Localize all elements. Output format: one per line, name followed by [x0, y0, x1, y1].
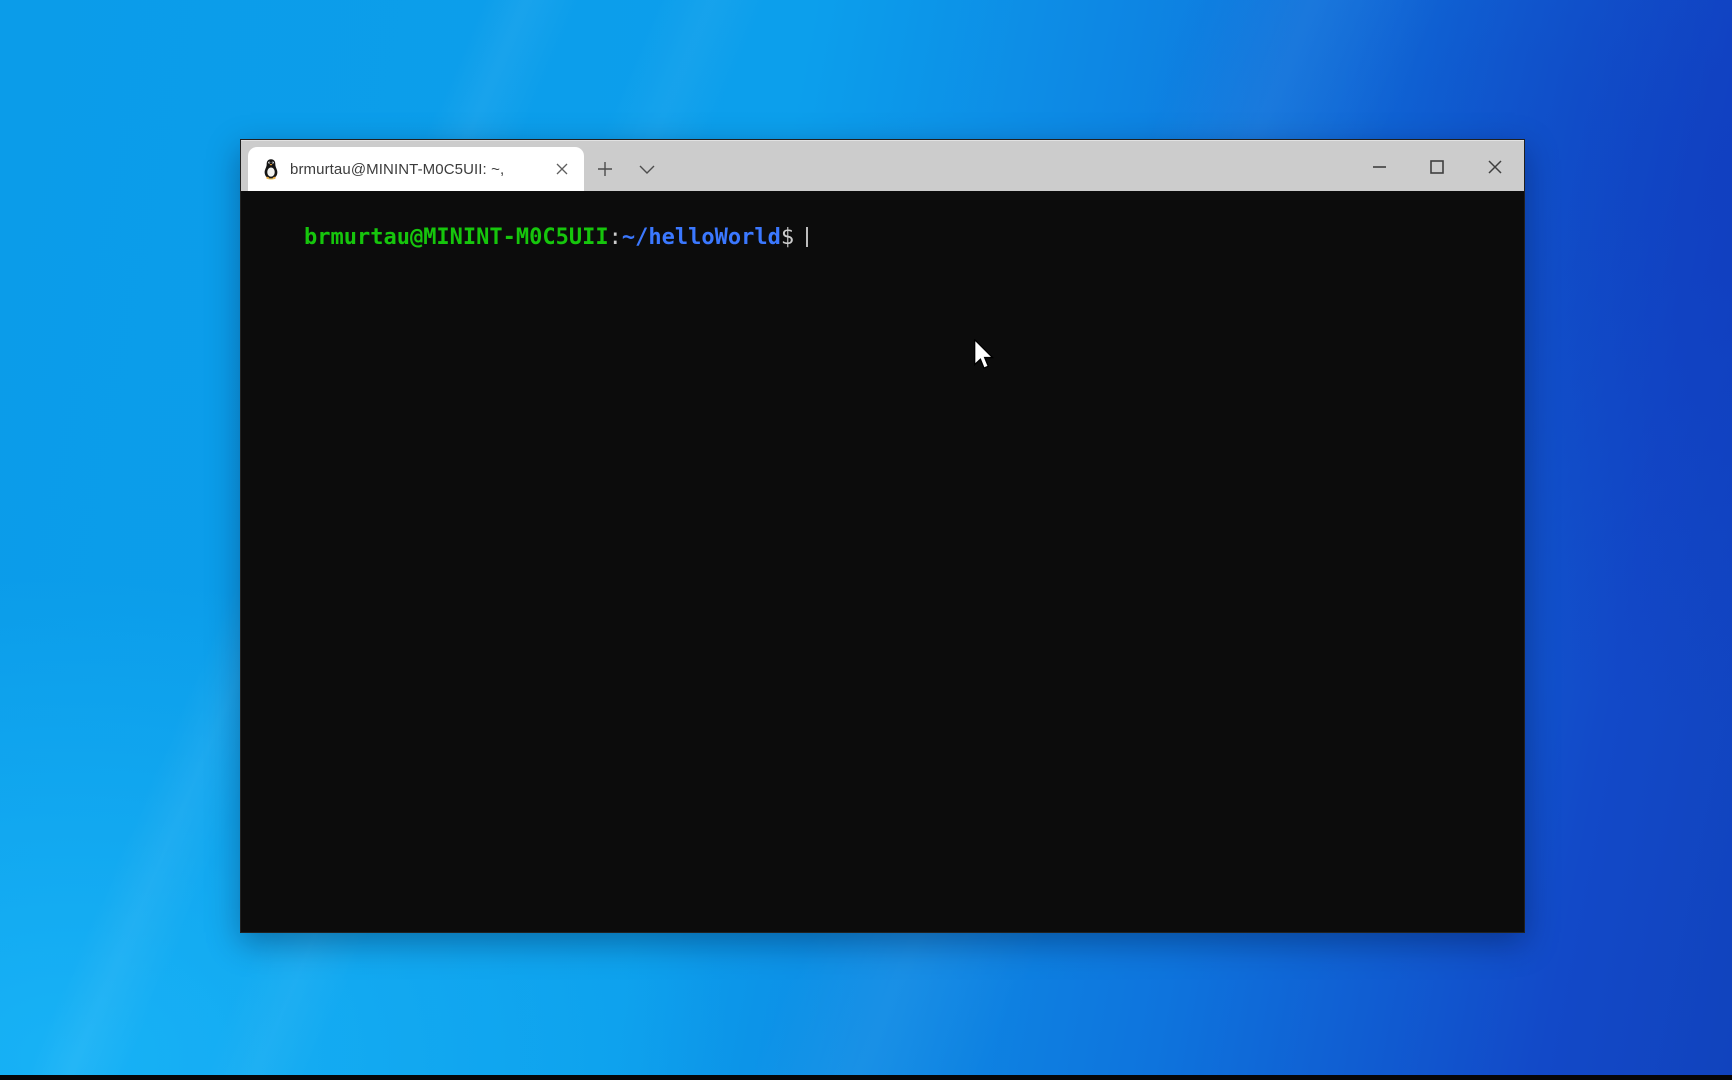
prompt-path: ~/helloWorld [622, 225, 781, 250]
maximize-icon [1430, 160, 1444, 174]
terminal-content[interactable]: brmurtau@MININT-M0C5UII:~/helloWorld$ [241, 191, 1524, 932]
terminal-cursor [806, 227, 808, 247]
terminal-window: brmurtau@MININT-M0C5UII: ~, [240, 139, 1525, 933]
prompt-separator: : [609, 225, 622, 250]
tab-bar: brmurtau@MININT-M0C5UII: ~, [241, 140, 1524, 191]
prompt-user-host: brmurtau@MININT-M0C5UII [304, 225, 609, 250]
minimize-icon [1373, 166, 1386, 168]
new-tab-button[interactable] [584, 147, 626, 191]
screen-bottom-strip [0, 1075, 1732, 1080]
tab-close-button[interactable] [548, 155, 576, 183]
tab-active[interactable]: brmurtau@MININT-M0C5UII: ~, [248, 147, 584, 191]
maximize-button[interactable] [1408, 141, 1466, 192]
desktop: { "desktop": { "wallpaper": "windows-10-… [0, 0, 1732, 1080]
prompt-line: brmurtau@MININT-M0C5UII:~/helloWorld$ [304, 225, 808, 250]
linux-tux-icon [262, 158, 280, 180]
close-icon [556, 163, 568, 175]
tab-dropdown-button[interactable] [626, 147, 668, 191]
chevron-down-icon [639, 165, 655, 174]
close-window-button[interactable] [1466, 141, 1524, 192]
close-icon [1488, 160, 1502, 174]
tab-title: brmurtau@MININT-M0C5UII: ~, [290, 161, 538, 178]
minimize-button[interactable] [1350, 141, 1408, 192]
prompt-symbol: $ [781, 225, 794, 250]
plus-icon [597, 161, 613, 177]
